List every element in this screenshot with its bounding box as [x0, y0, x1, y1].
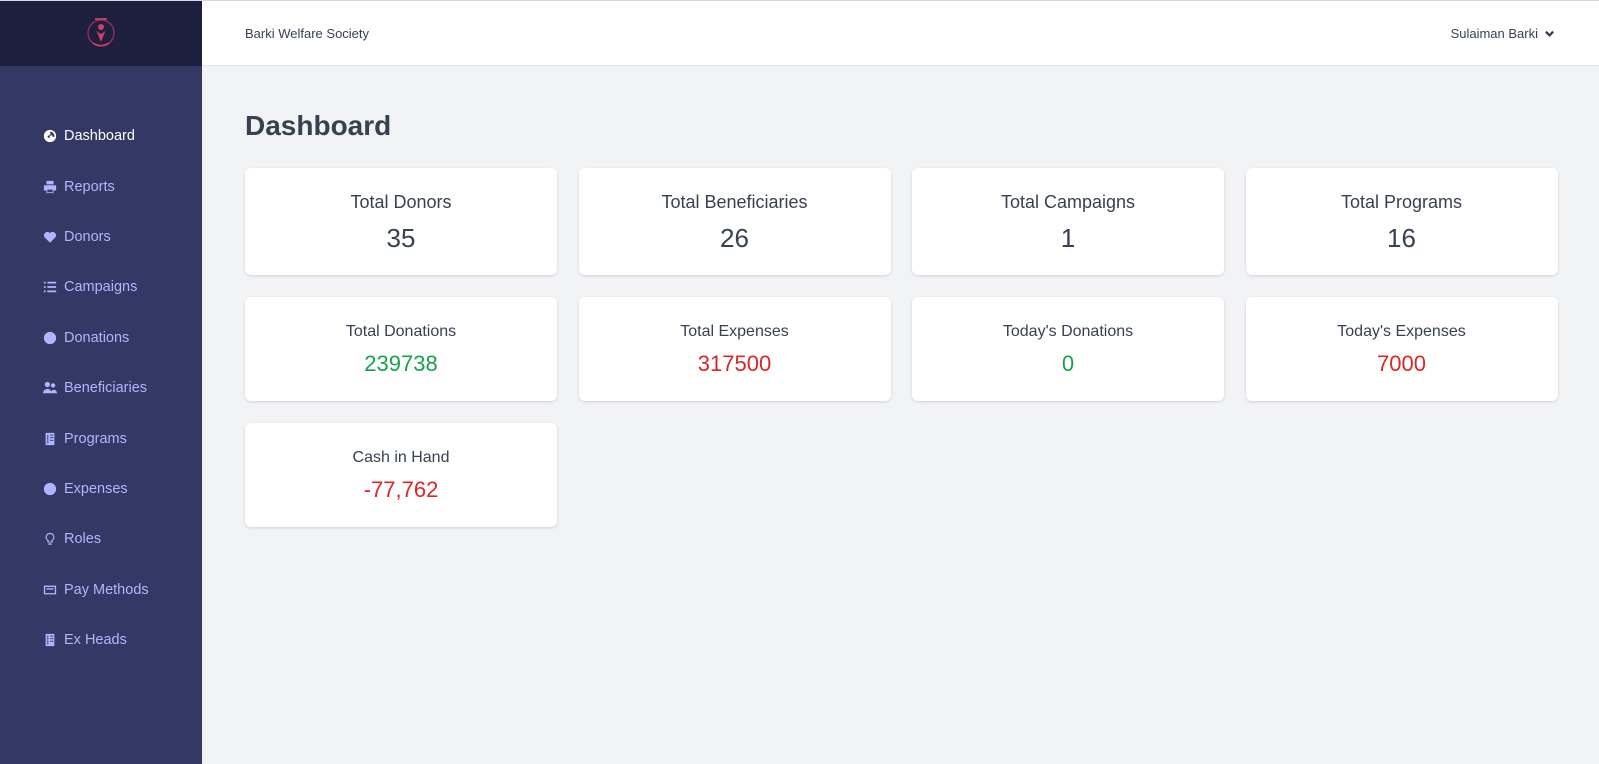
stat-value: 7000 [1377, 351, 1426, 376]
book-icon [42, 633, 57, 648]
stat-value: -77,762 [363, 477, 439, 502]
main-content: Dashboard Total Donors 35 Total Benefici… [245, 66, 1558, 527]
stat-card-total-expenses: Total Expenses 317500 [578, 297, 891, 401]
sidebar-item-label: Donations [64, 329, 130, 346]
sidebar-item-donors[interactable]: Donors [0, 212, 202, 262]
stats-row: Total Donors 35 Total Beneficiaries 26 T… [245, 168, 1558, 275]
sidebar-item-beneficiaries[interactable]: Beneficiaries [0, 363, 202, 413]
sidebar-item-dashboard[interactable]: Dashboard [0, 111, 202, 161]
sidebar-item-roles[interactable]: Roles [0, 514, 202, 564]
sidebar-item-label: Beneficiaries [64, 380, 148, 397]
sidebar-item-label: Roles [64, 531, 102, 548]
sidebar-nav: Dashboard Reports Donors Campaigns Donat… [0, 111, 202, 665]
book-icon [42, 431, 57, 446]
stat-label: Total Expenses [680, 323, 789, 340]
list-icon [42, 280, 57, 295]
org-name[interactable]: Barki Welfare Society [245, 26, 369, 41]
stat-card-cash-in-hand: Cash in Hand -77,762 [245, 423, 557, 527]
stat-label: Today's Expenses [1337, 323, 1466, 340]
circle-icon [42, 481, 57, 496]
sidebar: Dashboard Reports Donors Campaigns Donat… [0, 1, 202, 764]
stat-label: Total Programs [1340, 191, 1463, 212]
sidebar-item-label: Dashboard [64, 128, 135, 145]
sidebar-item-label: Expenses [64, 480, 128, 497]
stat-label: Cash in Hand [352, 449, 450, 466]
sidebar-item-ex-heads[interactable]: Ex Heads [0, 615, 202, 665]
logo-icon[interactable] [85, 16, 117, 52]
stat-card-total-beneficiaries: Total Beneficiaries 26 [578, 168, 891, 275]
printer-icon [42, 179, 57, 194]
stat-label: Today's Donations [1002, 323, 1134, 340]
stat-value: 317500 [697, 351, 772, 376]
stat-value: 0 [1061, 351, 1075, 376]
stat-value: 35 [386, 222, 416, 253]
lightbulb-icon [42, 532, 57, 547]
stat-value: 239738 [364, 351, 438, 376]
sidebar-item-campaigns[interactable]: Campaigns [0, 262, 202, 312]
page-title: Dashboard [245, 110, 392, 141]
stat-card-total-donations: Total Donations 239738 [245, 297, 557, 401]
stat-value: 26 [720, 222, 749, 253]
sidebar-item-expenses[interactable]: Expenses [0, 464, 202, 514]
user-menu-button[interactable]: Sulaiman Barki [1451, 26, 1555, 41]
sidebar-item-label: Programs [64, 430, 127, 447]
stat-label: Total Donors [350, 191, 452, 212]
sidebar-item-label: Reports [64, 178, 115, 195]
stats-row: Total Donations 239738 Total Expenses 31… [245, 297, 1558, 401]
stat-card-todays-expenses: Today's Expenses 7000 [1245, 297, 1558, 401]
stats-row: Cash in Hand -77,762 [245, 423, 1557, 527]
stat-label: Total Campaigns [1000, 191, 1136, 212]
stat-card-todays-donations: Today's Donations 0 [912, 297, 1224, 401]
sidebar-item-label: Campaigns [64, 279, 138, 296]
users-icon [42, 381, 57, 396]
stat-card-total-donors: Total Donors 35 [245, 168, 557, 275]
sidebar-item-donations[interactable]: Donations [0, 313, 202, 363]
stat-label: Total Donations [345, 323, 457, 340]
sidebar-item-label: Ex Heads [64, 632, 127, 649]
sidebar-item-label: Pay Methods [64, 581, 149, 598]
card-icon [42, 582, 57, 597]
top-header: Barki Welfare Society Sulaiman Barki [202, 1, 1599, 66]
stat-card-total-campaigns: Total Campaigns 1 [912, 168, 1224, 275]
stat-card-total-programs: Total Programs 16 [1245, 168, 1558, 275]
user-name: Sulaiman Barki [1450, 25, 1538, 41]
sidebar-item-reports[interactable]: Reports [0, 161, 202, 211]
circle-icon [42, 330, 57, 345]
sidebar-item-programs[interactable]: Programs [0, 413, 202, 463]
stat-value: 1 [1060, 222, 1076, 253]
stat-value: 16 [1387, 222, 1416, 253]
sidebar-item-pay-methods[interactable]: Pay Methods [0, 565, 202, 615]
sidebar-item-label: Donors [64, 228, 111, 245]
logo-bar [0, 1, 202, 66]
dashboard-icon [42, 129, 57, 144]
chevron-down-icon [1545, 30, 1554, 37]
stat-label: Total Beneficiaries [661, 191, 808, 212]
heart-icon [42, 229, 57, 244]
